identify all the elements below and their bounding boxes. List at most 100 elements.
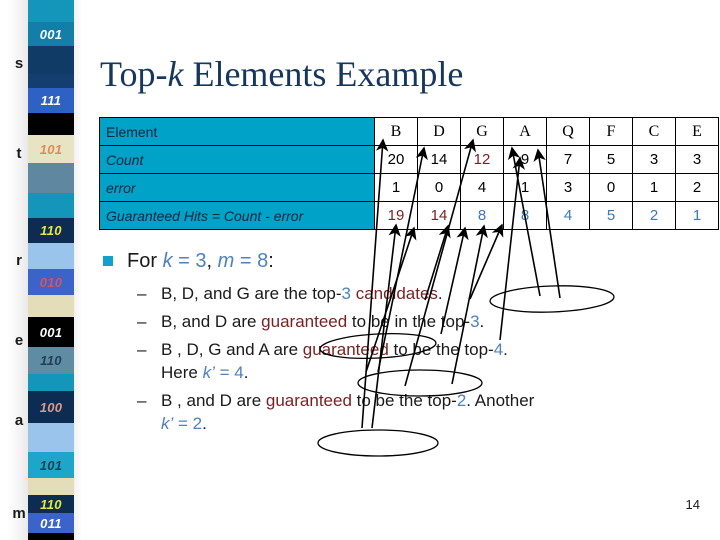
margin-letter: r <box>16 252 22 269</box>
dash-bullet-icon: – <box>137 284 147 303</box>
dash-bullet-icon: – <box>137 391 147 410</box>
table-cell: B <box>374 117 418 146</box>
bullet-text: 3 <box>341 284 351 303</box>
dash-bullet-icon: – <box>137 312 147 331</box>
sub-bullet-continuation: Here k’ = 4. <box>161 361 699 384</box>
row-label: error <box>99 173 375 202</box>
table-cell: C <box>632 117 676 146</box>
ribbon-segment: 001 <box>28 317 74 347</box>
table-cell: 5 <box>589 201 633 230</box>
k-eq: = <box>172 250 196 272</box>
sub-bullet: – B, D, and G are the top-3 candidates. <box>99 282 699 305</box>
table-cell: 0 <box>589 173 633 202</box>
ribbon-segment <box>28 193 74 218</box>
title-suffix: Elements Example <box>183 54 464 94</box>
dash-bullet-icon: – <box>137 340 147 359</box>
table-cell: Q <box>546 117 590 146</box>
row-label: Element <box>99 117 375 146</box>
table-cell: 1 <box>632 173 676 202</box>
table-cell: 9 <box>503 145 547 174</box>
bullet-text: . Another <box>466 391 535 410</box>
ribbon-segment <box>28 74 74 88</box>
table-cell: 19 <box>374 201 418 230</box>
margin-letter: m <box>12 505 26 522</box>
ribbon-segment: 110 <box>28 218 74 243</box>
table-cell: 8 <box>460 201 504 230</box>
bullet-text: . <box>479 312 485 331</box>
m-value: 8 <box>257 250 269 272</box>
table-row: Element B D G A Q F C E <box>99 117 719 146</box>
bullet-body: For k = 3, m = 8: – B, D, and G are the t… <box>99 248 699 440</box>
bullet-text: . <box>437 284 443 303</box>
ribbon-segment <box>28 243 74 269</box>
margin-letter: t <box>16 145 22 162</box>
table-cell: 14 <box>417 201 461 230</box>
margin-letter: a <box>14 412 24 429</box>
bullet-text: B , and D are <box>161 391 266 410</box>
bullet-text: to be the top- <box>388 340 494 359</box>
table-cell: 7 <box>546 145 590 174</box>
table-cell: 1 <box>503 173 547 202</box>
table-cell: 20 <box>374 145 418 174</box>
row-label: Count <box>99 145 375 174</box>
table-row: Count 20 14 12 9 7 5 3 3 <box>99 145 719 174</box>
table-cell: 2 <box>632 201 676 230</box>
bullet-text: . <box>503 340 508 359</box>
ribbon-segment: 101 <box>28 135 74 163</box>
ribbon-segment <box>28 113 74 135</box>
bullet-text: to be in the top- <box>347 312 471 331</box>
title-italic-k: k <box>167 54 184 94</box>
binary-ribbon-graphic: 001 111 101 110 010 001 110 100 101 110 011 stream <box>0 0 96 540</box>
bullet-text: 4 <box>493 340 504 359</box>
bullet-text: 2 <box>192 414 203 433</box>
bullet-text: B , D, G and A are <box>161 340 303 359</box>
annotated-word: guaranteed <box>261 312 348 331</box>
ribbon-segment <box>28 533 74 540</box>
k-variable: k <box>162 250 173 272</box>
annotated-word: guaranteed <box>302 340 389 359</box>
table-row: Guaranteed Hits = Count - error 19 14 8 8 4 5 2… <box>99 201 719 230</box>
table-cell: E <box>675 117 719 146</box>
table-row: error 1 0 4 1 3 0 1 2 <box>99 173 719 202</box>
bullet-text: B, and D are <box>161 312 262 331</box>
margin-letter: e <box>14 332 24 349</box>
ribbon-segment <box>28 478 74 495</box>
table-cell: 4 <box>460 173 504 202</box>
row-label: Guaranteed Hits = Count - error <box>99 201 375 230</box>
sub-bullet: – B , and D are guaranteed to be the top-… <box>99 389 699 435</box>
m-eq: = <box>234 250 258 272</box>
table-cell: 12 <box>460 145 504 174</box>
square-bullet-icon <box>103 256 113 266</box>
table-cell: 3 <box>546 173 590 202</box>
bullet-text: . <box>243 363 249 382</box>
table-cell: 5 <box>589 145 633 174</box>
annotated-word: candidates <box>355 284 438 303</box>
table-cell: 3 <box>675 145 719 174</box>
ribbon-segment <box>28 0 74 22</box>
ribbon-segment <box>28 423 74 452</box>
bullet-text: 2 <box>456 391 467 410</box>
sub-bullet-list: – B, D, and G are the top-3 candidates. – B… <box>99 282 699 435</box>
title-prefix: Top- <box>100 54 168 94</box>
bullet-text: 4 <box>234 363 244 382</box>
ribbon-segment <box>28 374 74 391</box>
table-cell: G <box>460 117 504 146</box>
topk-table: Element B D G A Q F C E Count 20 14 12 9 7 5 3 3 error 1 0 4 1… <box>99 117 719 230</box>
bullet-text: = <box>173 414 193 433</box>
bullet-text: k’ <box>161 414 174 433</box>
m-variable: m <box>217 250 235 272</box>
ribbon-segments: 001 111 101 110 010 001 110 100 101 110 011 <box>28 0 74 540</box>
table-cell: D <box>417 117 461 146</box>
main-bullet-post: : <box>268 250 274 272</box>
ribbon-segment <box>28 46 74 74</box>
ribbon-segment: 101 <box>28 452 74 478</box>
table-cell: 3 <box>632 145 676 174</box>
margin-letter: s <box>14 55 24 72</box>
ribbon-segment: 110 <box>28 495 74 513</box>
bullet-text: 3 <box>470 312 480 331</box>
page-title: Top-k Elements Example <box>100 54 680 94</box>
bullet-text: to be the top- <box>351 391 457 410</box>
main-bullet-sep: , <box>206 250 218 272</box>
bullet-text: Here <box>161 363 203 382</box>
main-bullet-pre: For <box>127 250 163 272</box>
